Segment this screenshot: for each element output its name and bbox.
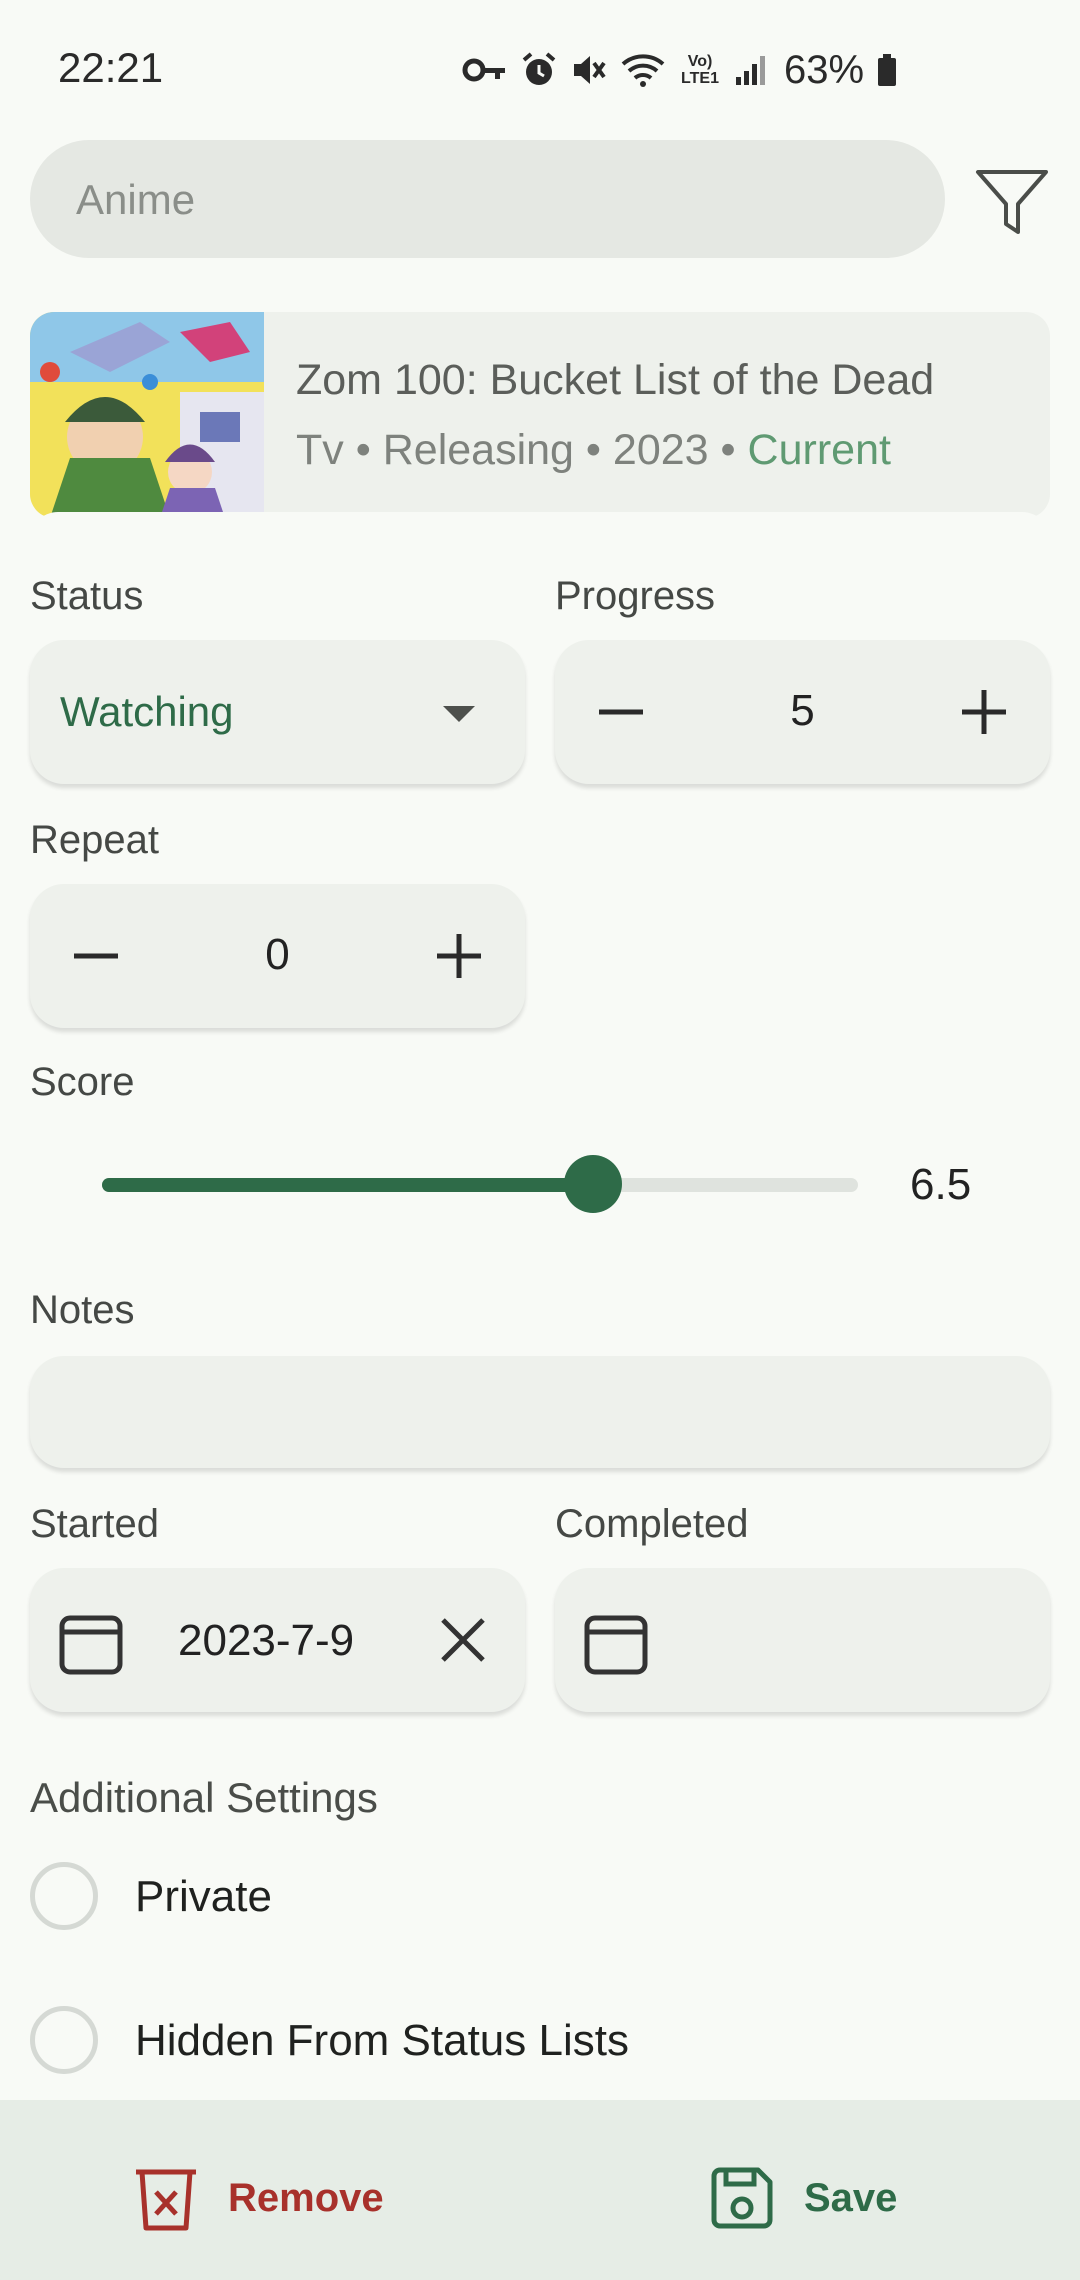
- status-bar-time: 22:21: [58, 44, 164, 91]
- plus-icon[interactable]: [948, 676, 1020, 748]
- started-date-field[interactable]: 2023-7-9: [30, 1568, 525, 1712]
- media-title: Zom 100: Bucket List of the Dead: [296, 356, 935, 404]
- status-dropdown-value: Watching: [60, 688, 234, 735]
- media-season: Current: [747, 426, 891, 474]
- search-input[interactable]: [74, 140, 898, 260]
- plus-icon[interactable]: [423, 920, 495, 992]
- notes-label: Notes: [30, 1288, 135, 1332]
- media-year: 2023: [612, 426, 709, 474]
- filter-button[interactable]: [972, 164, 1052, 240]
- save-icon: [711, 2167, 773, 2229]
- repeat-stepper: 0: [30, 884, 525, 1028]
- clear-icon[interactable]: [435, 1612, 491, 1668]
- score-label: Score: [30, 1060, 135, 1104]
- media-release-status: Releasing: [382, 426, 574, 474]
- hidden-label[interactable]: Hidden From Status Lists: [135, 2016, 629, 2066]
- meta-separator: •: [573, 426, 613, 474]
- media-meta: Tv • Releasing • 2023 • Current: [296, 426, 891, 475]
- meta-separator: •: [708, 426, 748, 474]
- status-bar-icons: Vo) LTE1 63%: [462, 44, 898, 96]
- remove-label: Remove: [228, 2175, 384, 2220]
- volte-icon: Vo) LTE1: [681, 53, 719, 87]
- completed-date-field[interactable]: [555, 1568, 1050, 1712]
- status-dropdown[interactable]: Watching: [30, 640, 525, 784]
- private-checkbox[interactable]: [30, 1862, 98, 1930]
- alarm-icon: [520, 51, 558, 89]
- score-slider-track[interactable]: [102, 1178, 858, 1192]
- started-label: Started: [30, 1502, 159, 1546]
- calendar-icon: [584, 1615, 648, 1675]
- additional-settings-heading: Additional Settings: [30, 1774, 378, 1821]
- dropdown-arrow-icon: [443, 706, 475, 722]
- vpn-key-icon: [462, 55, 508, 85]
- battery-percent: 63%: [784, 47, 865, 92]
- repeat-label: Repeat: [30, 818, 159, 862]
- status-label: Status: [30, 574, 144, 618]
- cover-image: [30, 312, 264, 518]
- mute-icon: [570, 51, 608, 89]
- started-date-value: 2023-7-9: [178, 1616, 355, 1665]
- progress-label: Progress: [555, 574, 716, 618]
- score-value: 6.5: [910, 1160, 972, 1209]
- media-card[interactable]: Zom 100: Bucket List of the Dead Tv • Re…: [30, 312, 1050, 518]
- filter-icon: [976, 170, 1048, 234]
- notes-field[interactable]: [30, 1356, 1050, 1468]
- progress-stepper: 5: [555, 640, 1050, 784]
- calendar-icon: [59, 1615, 123, 1675]
- hidden-checkbox[interactable]: [30, 2006, 98, 2074]
- remove-button[interactable]: Remove: [130, 2158, 384, 2238]
- wifi-icon: [620, 52, 666, 88]
- media-format: Tv: [296, 426, 344, 474]
- search-bar[interactable]: [30, 140, 945, 260]
- delete-icon: [136, 2169, 196, 2231]
- private-label[interactable]: Private: [135, 1872, 272, 1922]
- completed-label: Completed: [555, 1502, 749, 1546]
- score-slider-fill: [102, 1178, 594, 1192]
- save-button[interactable]: Save: [706, 2158, 897, 2238]
- battery-icon: [876, 53, 898, 87]
- save-label: Save: [804, 2175, 898, 2220]
- signal-icon: [734, 53, 768, 87]
- meta-separator: •: [343, 426, 383, 474]
- score-slider-thumb[interactable]: [564, 1155, 623, 1213]
